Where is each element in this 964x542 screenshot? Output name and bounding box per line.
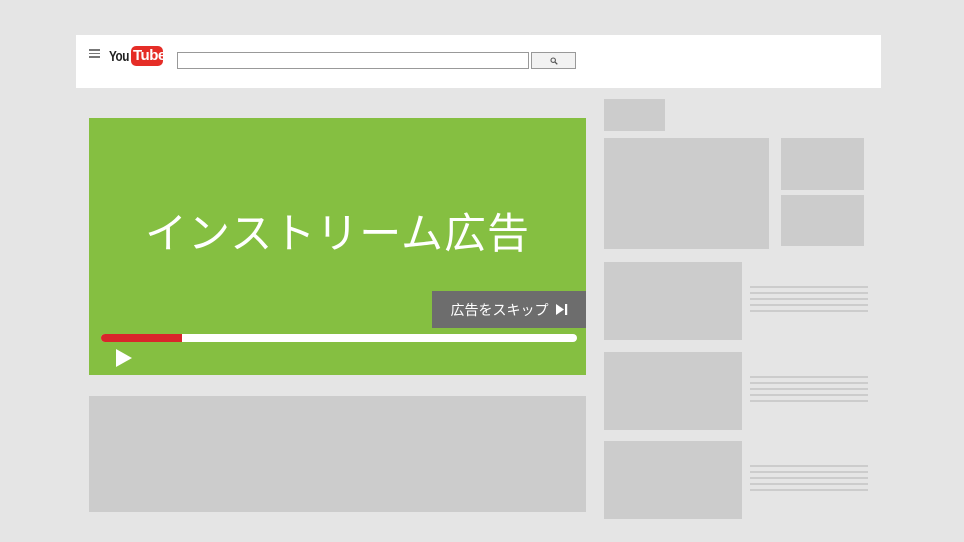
search-icon xyxy=(549,56,558,65)
related-video-thumbnail[interactable] xyxy=(604,262,742,340)
related-video-text-placeholder xyxy=(750,376,868,406)
search-button[interactable] xyxy=(531,52,576,69)
video-player[interactable]: インストリーム広告 広告をスキップ xyxy=(89,118,586,375)
companion-ad-placeholder xyxy=(604,138,769,249)
logo-tube-text: Tube xyxy=(131,46,166,66)
companion-thumb-placeholder xyxy=(781,138,864,190)
search-input[interactable] xyxy=(177,52,529,69)
ad-title: インストリーム広告 xyxy=(145,209,530,258)
play-icon[interactable] xyxy=(116,349,132,367)
related-video-text-placeholder xyxy=(750,465,868,495)
progress-played xyxy=(101,334,182,342)
video-info-placeholder xyxy=(89,396,586,512)
logo-you-text: You xyxy=(109,47,130,65)
related-video-thumbnail[interactable] xyxy=(604,352,742,430)
related-video-thumbnail[interactable] xyxy=(604,441,742,519)
masthead: You Tube xyxy=(76,35,881,88)
hamburger-menu-icon[interactable] xyxy=(89,49,100,58)
progress-bar[interactable] xyxy=(101,334,577,342)
skip-ad-label: 広告をスキップ xyxy=(450,302,549,319)
youtube-logo[interactable]: You Tube xyxy=(109,45,166,67)
related-video-text-placeholder xyxy=(750,286,868,316)
skip-ad-button[interactable]: 広告をスキップ xyxy=(432,291,586,328)
skip-next-icon xyxy=(555,304,567,315)
sidebar-header-placeholder xyxy=(604,99,665,131)
companion-thumb-placeholder xyxy=(781,195,864,246)
